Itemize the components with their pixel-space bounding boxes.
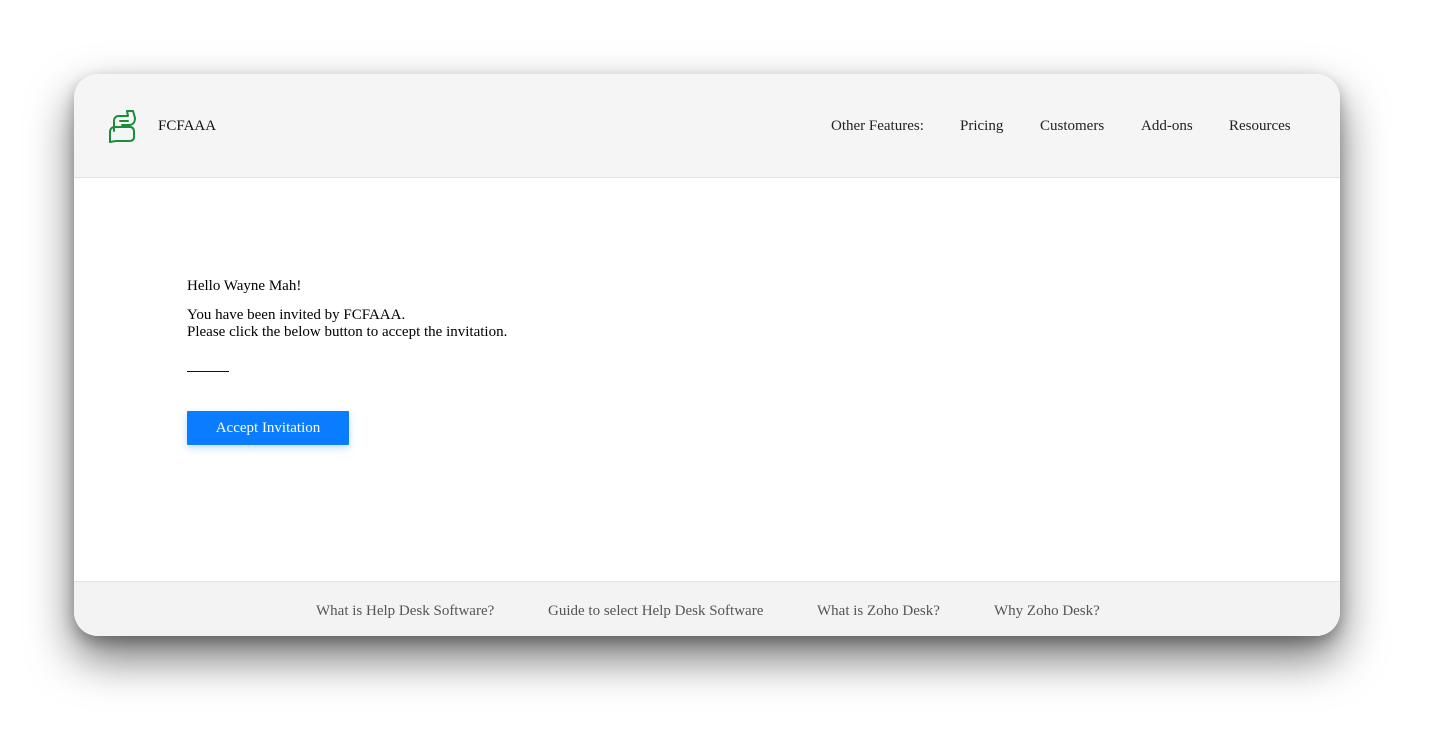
top-header: FCFAAA Other Features: Pricing Customers… [74, 74, 1340, 178]
invitation-window: FCFAAA Other Features: Pricing Customers… [74, 74, 1340, 636]
footer-links: What is Help Desk Software? Guide to sel… [74, 581, 1340, 636]
nav-addons[interactable]: Add-ons [1141, 117, 1193, 135]
footer-link-guide[interactable]: Guide to select Help Desk Software [548, 602, 763, 620]
invitation-message: You have been invited by FCFAAA. Please … [187, 307, 507, 341]
footer-link-why-zoho[interactable]: Why Zoho Desk? [994, 602, 1100, 620]
invited-by-text: You have been invited by FCFAAA. [187, 307, 406, 323]
nav-customers[interactable]: Customers [1040, 117, 1104, 135]
footer-link-zoho-desk[interactable]: What is Zoho Desk? [817, 602, 940, 620]
invitation-content: Hello Wayne Mah! You have been invited b… [74, 178, 1340, 580]
accept-invitation-button[interactable]: Accept Invitation [187, 411, 349, 445]
chat-bubbles-icon [108, 109, 138, 143]
nav-resources[interactable]: Resources [1229, 117, 1291, 135]
brand-name[interactable]: FCFAAA [158, 117, 216, 135]
short-divider [187, 371, 229, 372]
greeting-text: Hello Wayne Mah! [187, 278, 302, 294]
nav-pricing[interactable]: Pricing [960, 117, 1003, 135]
footer-link-help-desk[interactable]: What is Help Desk Software? [316, 602, 494, 620]
nav-other-features[interactable]: Other Features: [831, 117, 924, 135]
instruction-text: Please click the below button to accept … [187, 324, 508, 340]
